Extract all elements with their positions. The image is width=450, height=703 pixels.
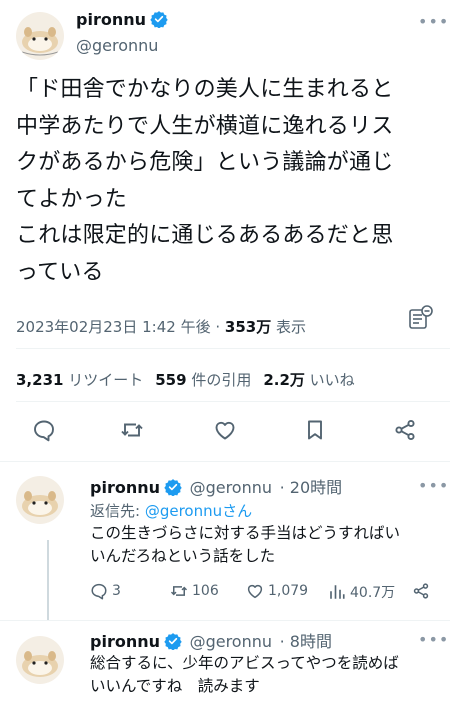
tweet-action-bar (0, 418, 450, 446)
reply-to-line: 返信先: @geronnuさん (90, 500, 252, 521)
avatar[interactable] (16, 476, 64, 524)
retweets-stat[interactable]: 3,231 リツイート (16, 371, 143, 389)
reply-to-label: 返信先: (90, 502, 145, 520)
likes-stat[interactable]: 2.2万 いいね (263, 371, 354, 389)
hamster-avatar-icon (21, 27, 59, 56)
display-name[interactable]: pironnu (76, 10, 146, 29)
retweet-icon[interactable] (120, 418, 146, 444)
retweets-count: 3,231 (16, 371, 64, 389)
quotes-stat[interactable]: 559 件の引用 (155, 371, 251, 389)
thread-line (47, 540, 49, 620)
like-icon (247, 584, 263, 599)
more-options-icon[interactable]: ••• (418, 476, 449, 495)
reply-action-bar: 3 106 1,079 40.7万 (90, 582, 440, 604)
views-button[interactable]: 40.7万 (328, 582, 395, 602)
bookmark-icon[interactable] (303, 418, 329, 444)
divider (16, 348, 450, 349)
more-options-icon[interactable]: ••• (418, 630, 449, 649)
reply-author[interactable]: pironnu @geronnu · 8時間 (90, 628, 332, 652)
retweets-label: リツイート (63, 371, 144, 389)
likes-count: 2.2万 (263, 371, 305, 389)
author-handle[interactable]: @geronnu (76, 36, 158, 55)
author-name[interactable]: pironnu (76, 10, 168, 29)
reply-icon[interactable] (32, 418, 58, 444)
hamster-avatar-icon (22, 651, 58, 677)
quotes-label: 件の引用 (186, 371, 252, 389)
analytics-icon[interactable] (407, 305, 433, 331)
share-icon[interactable] (393, 418, 419, 444)
display-name[interactable]: pironnu (90, 632, 160, 651)
reply-text: 総合するに、少年のアビスってやつを読めば いいんですね 読みます (90, 652, 440, 698)
tweet-text-line: クがあるから危険」という議論が通じ (16, 150, 394, 175)
tweet-meta: 2023年02月23日 1:42 午後 · 353万 表示 (16, 316, 306, 337)
reply-icon (91, 583, 107, 600)
reply-text-line: いんだろねという話をした (90, 547, 276, 565)
avatar[interactable] (16, 636, 64, 684)
avatar[interactable] (16, 12, 64, 60)
views-chart-icon (330, 585, 345, 599)
tweet-text-line: っている (16, 259, 104, 285)
verified-badge-icon (164, 633, 182, 650)
tweet-text-line: 中学あたりで人生が横道に逸れるリス (16, 113, 394, 139)
reply-count: 3 (112, 583, 121, 599)
reply-button[interactable]: 3 (90, 582, 121, 600)
reply-to-handle[interactable]: @geronnuさん (145, 502, 252, 520)
retweet-icon (170, 586, 188, 596)
like-button[interactable]: 1,079 (246, 582, 308, 600)
reply-text-line: この生きづらさに対する手当はどうすればい (90, 524, 401, 542)
hamster-avatar-icon (22, 491, 58, 517)
verified-badge-icon (164, 479, 182, 496)
timestamp[interactable]: 2023年02月23日 1:42 午後 (16, 318, 211, 336)
retweet-count: 106 (192, 583, 219, 599)
author-handle[interactable]: @geronnu (190, 632, 272, 651)
reply-text-line: 総合するに、少年のアビスってやつを読めば (90, 654, 399, 672)
quotes-count: 559 (155, 371, 187, 389)
display-name[interactable]: pironnu (90, 478, 160, 497)
verified-badge-icon (150, 11, 168, 28)
tweet-text-line: これは限定的に通じるあるあるだと思 (16, 223, 394, 248)
retweet-button[interactable]: 106 (170, 582, 219, 600)
share-button[interactable] (412, 582, 434, 600)
likes-label: いいね (304, 371, 355, 389)
views-count: 353万 (224, 318, 272, 336)
tweet-text: 「ド田舎でかなりの美人に生まれると 中学あたりで人生が横道に逸れるリス クがある… (16, 72, 441, 291)
tweet-text-line: 「ド田舎でかなりの美人に生まれると (16, 77, 394, 102)
divider (0, 620, 450, 621)
divider (0, 461, 450, 462)
reply-text: この生きづらさに対する手当はどうすればい いんだろねという話をした (90, 522, 440, 568)
reply-author[interactable]: pironnu @geronnu · 20時間 (90, 474, 342, 498)
like-count: 1,079 (268, 583, 309, 599)
views-label: 表示 (271, 318, 306, 336)
like-icon[interactable] (213, 418, 239, 444)
reply-time[interactable]: · 8時間 (280, 632, 332, 651)
reply-text-line: いいんですね 読みます (90, 677, 260, 695)
more-options-icon[interactable]: ••• (418, 12, 449, 31)
divider (16, 401, 450, 402)
engagement-stats: 3,231 リツイート 559 件の引用 2.2万 いいね (16, 369, 355, 390)
tweet-text-line: てよかった (16, 186, 128, 212)
reply-time[interactable]: · 20時間 (280, 478, 343, 497)
share-icon (413, 583, 429, 599)
author-handle[interactable]: @geronnu (190, 478, 272, 497)
meta-separator: · (210, 318, 225, 336)
views-count: 40.7万 (350, 585, 396, 601)
